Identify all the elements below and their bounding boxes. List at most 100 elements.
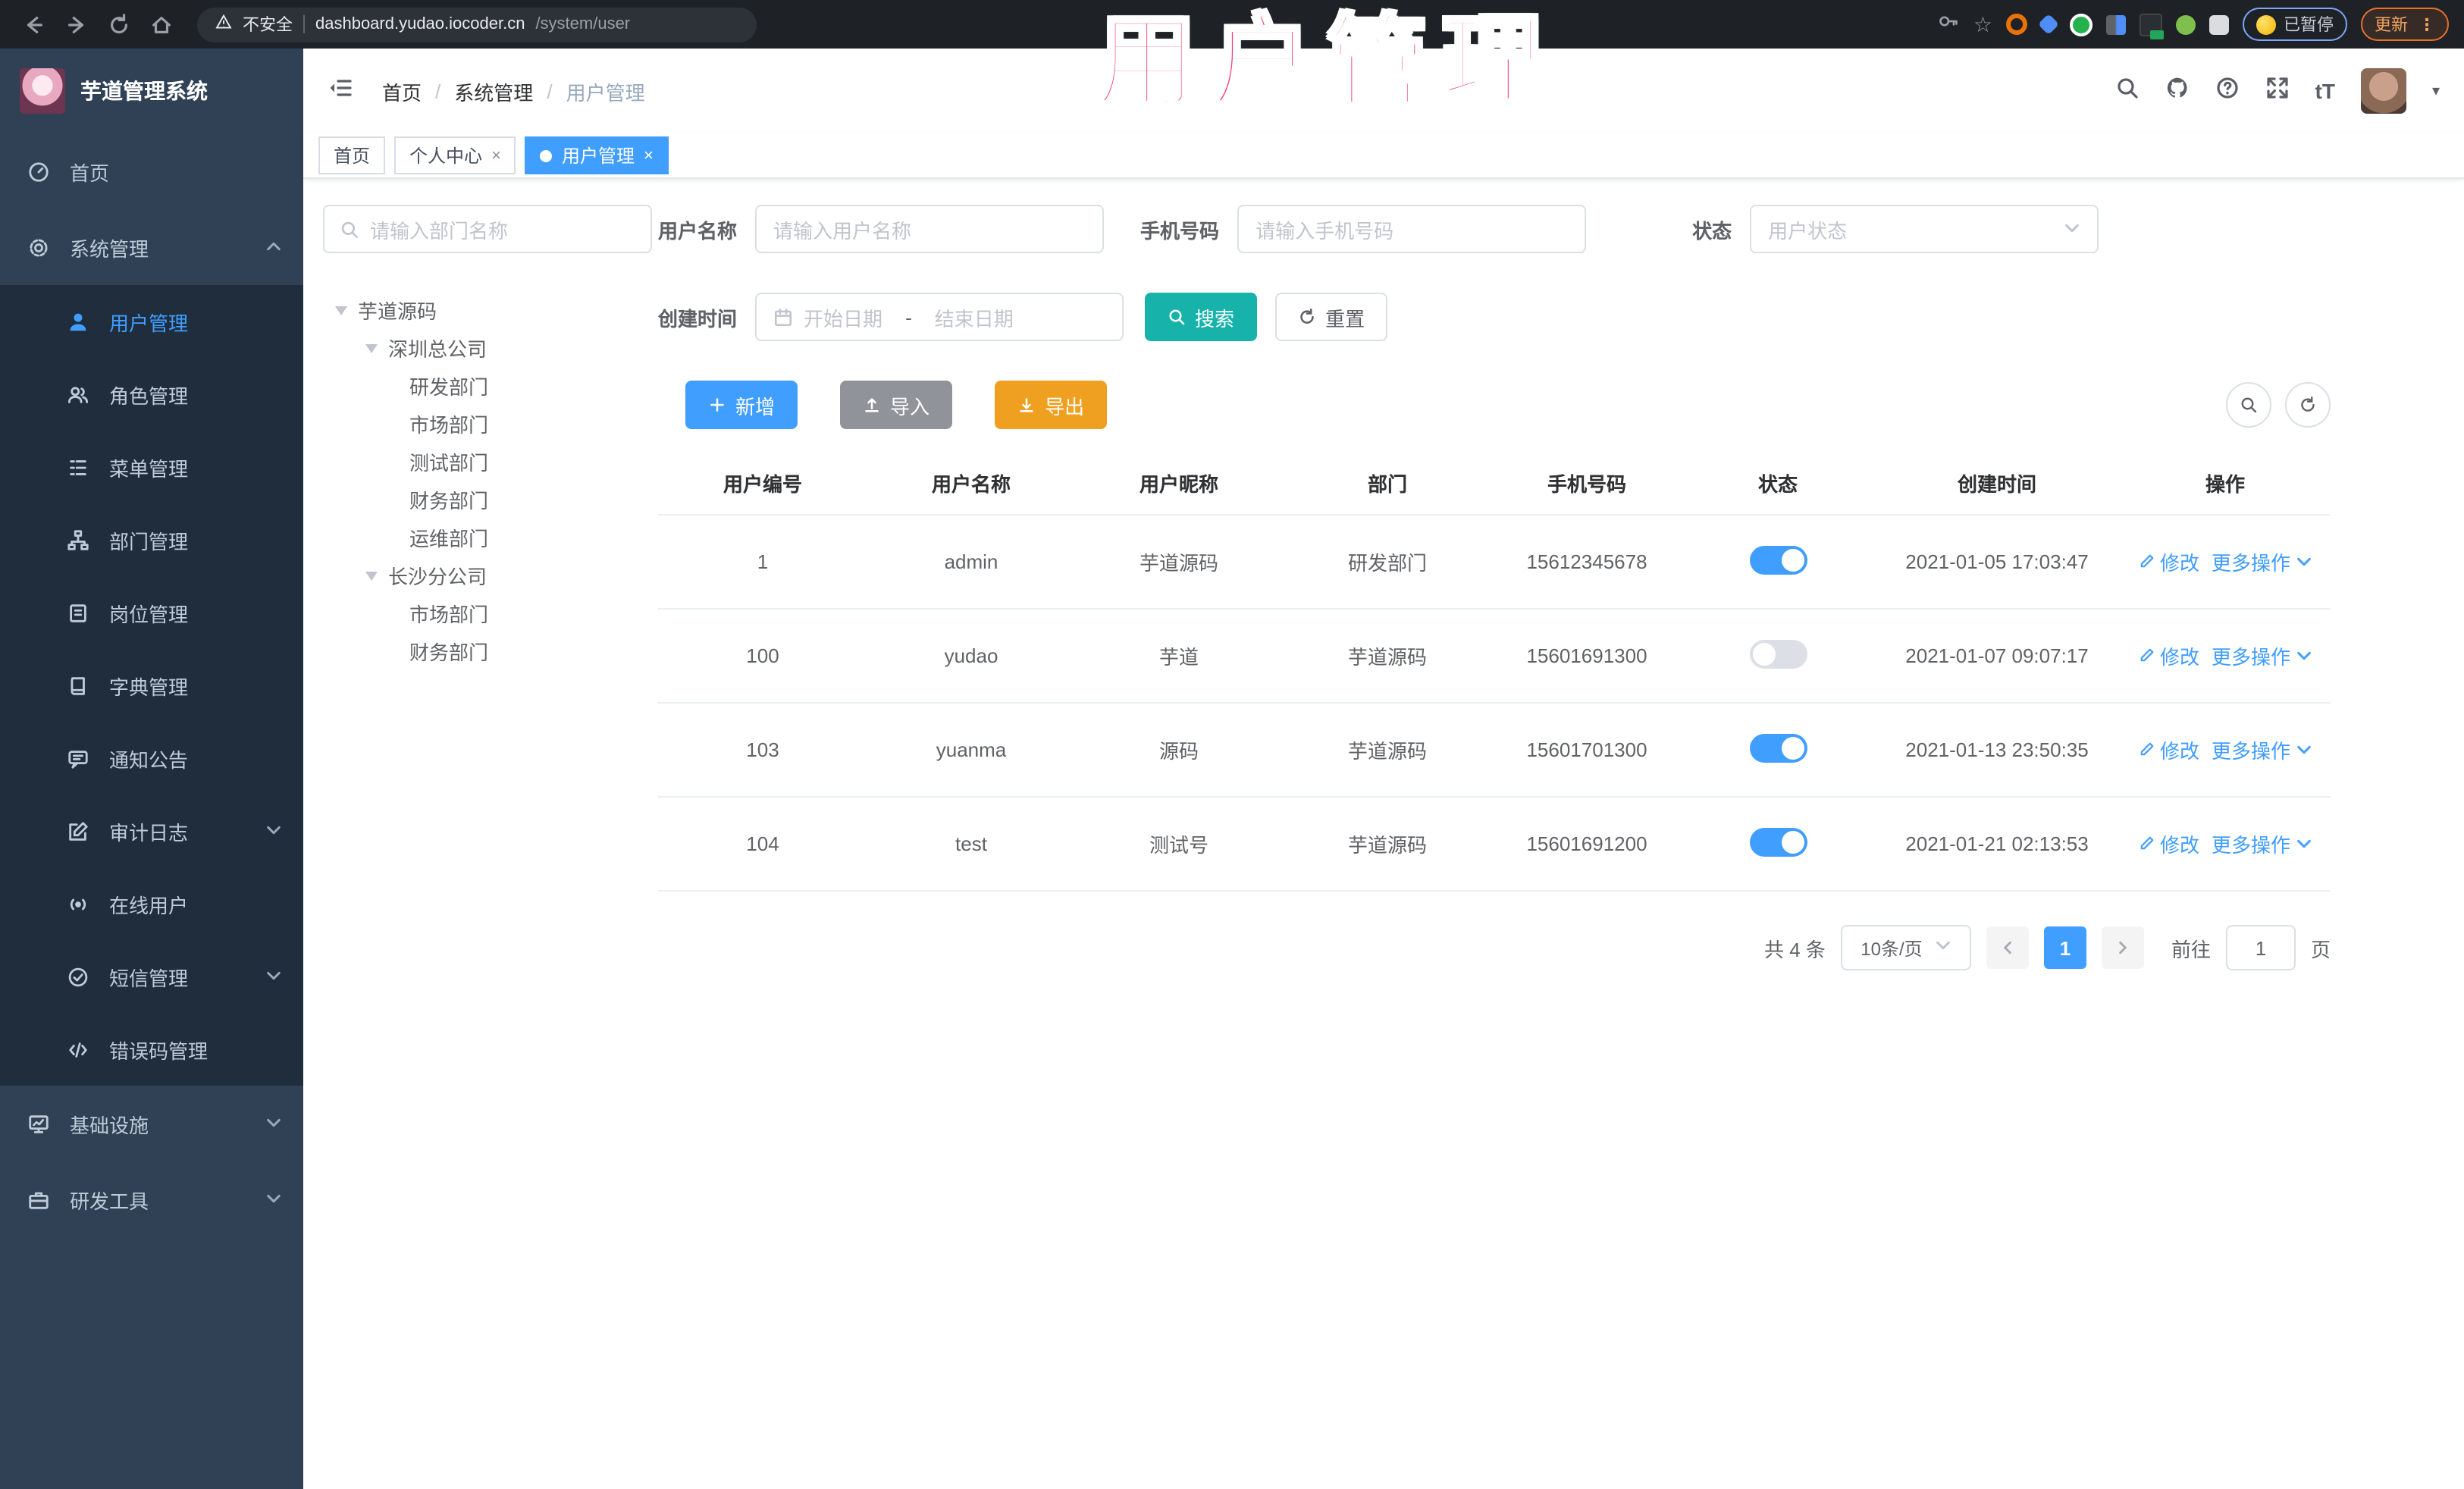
sidebar-item-infrastructure[interactable]: 基础设施 bbox=[0, 1086, 303, 1161]
sidebar-item-dict[interactable]: 字典管理 bbox=[0, 649, 303, 722]
password-key-icon[interactable] bbox=[1939, 10, 1960, 39]
app-logo-row[interactable]: 芋道管理系统 bbox=[0, 49, 303, 133]
browser-reload-icon[interactable] bbox=[100, 6, 136, 42]
close-icon[interactable]: × bbox=[491, 146, 501, 165]
status-toggle[interactable] bbox=[1749, 733, 1807, 762]
sidebar-item-users[interactable]: 用户管理 bbox=[0, 285, 303, 358]
search-button[interactable]: 搜索 bbox=[1145, 293, 1258, 341]
page-size-select[interactable]: 10条/页 bbox=[1840, 925, 1971, 970]
edit-link[interactable]: 修改 bbox=[2139, 735, 2199, 764]
page-number-current[interactable]: 1 bbox=[2043, 926, 2086, 969]
goto-page-input[interactable] bbox=[2225, 925, 2296, 970]
add-button[interactable]: 新增 bbox=[685, 381, 798, 429]
search-icon[interactable] bbox=[2115, 75, 2140, 107]
tree-node[interactable]: 芋道源码 bbox=[323, 291, 652, 329]
tree-node[interactable]: 财务部门 bbox=[323, 481, 652, 519]
help-icon[interactable] bbox=[2215, 75, 2240, 107]
edit-link[interactable]: 修改 bbox=[2139, 641, 2199, 670]
close-icon[interactable]: × bbox=[644, 146, 654, 165]
sidebar-item-depts[interactable]: 部门管理 bbox=[0, 503, 303, 576]
sidebar-item-label: 系统管理 bbox=[70, 237, 149, 260]
edit-link[interactable]: 修改 bbox=[2139, 829, 2199, 858]
breadcrumb-system[interactable]: 系统管理 bbox=[454, 77, 533, 105]
extension-orange-icon[interactable] bbox=[2006, 14, 2027, 35]
sidebar-item-error-codes[interactable]: 错误码管理 bbox=[0, 1013, 303, 1086]
caret-down-icon[interactable] bbox=[335, 306, 347, 315]
refresh-table-button[interactable] bbox=[2285, 382, 2331, 428]
more-actions-link[interactable]: 更多操作 bbox=[2212, 547, 2312, 576]
cell-id: 104 bbox=[658, 797, 867, 892]
sidebar-item-posts[interactable]: 岗位管理 bbox=[0, 576, 303, 649]
export-button[interactable]: 导出 bbox=[995, 381, 1108, 429]
github-icon[interactable] bbox=[2165, 75, 2190, 107]
tree-node[interactable]: 深圳总公司 bbox=[323, 329, 652, 367]
mobile-input[interactable]: 请输入手机号码 bbox=[1237, 205, 1587, 253]
prev-page-button[interactable] bbox=[1986, 926, 2029, 969]
sidebar-item-menus[interactable]: 菜单管理 bbox=[0, 431, 303, 503]
tree-node[interactable]: 运维部门 bbox=[323, 519, 652, 556]
user-avatar[interactable] bbox=[2360, 68, 2406, 114]
import-button[interactable]: 导入 bbox=[840, 381, 953, 429]
date-range-input[interactable]: 开始日期 - 结束日期 bbox=[755, 293, 1124, 341]
extension-green-icon[interactable] bbox=[2070, 13, 2093, 36]
tree-node[interactable]: 测试部门 bbox=[323, 443, 652, 481]
sidebar-item-roles[interactable]: 角色管理 bbox=[0, 358, 303, 431]
profile-paused-badge[interactable]: 已暂停 bbox=[2243, 8, 2347, 41]
sidebar-item-notice[interactable]: 通知公告 bbox=[0, 722, 303, 795]
sidebar-item-online-users[interactable]: 在线用户 bbox=[0, 867, 303, 940]
collapse-menu-icon[interactable] bbox=[328, 74, 355, 108]
next-page-button[interactable] bbox=[2101, 926, 2144, 969]
dept-search-input[interactable]: 请输入部门名称 bbox=[323, 205, 652, 253]
sidebar-item-label: 审计日志 bbox=[109, 821, 189, 844]
avatar-caret-icon[interactable]: ▾ bbox=[2432, 83, 2440, 99]
status-toggle[interactable] bbox=[1749, 545, 1807, 574]
caret-down-icon[interactable] bbox=[365, 343, 378, 353]
sidebar-item-system[interactable]: 系统管理 bbox=[0, 209, 303, 285]
status-select[interactable]: 用户状态 bbox=[1750, 205, 2099, 253]
message-icon bbox=[68, 750, 88, 768]
extension-leaf-icon[interactable] bbox=[2176, 14, 2196, 34]
sidebar-item-sms[interactable]: 短信管理 bbox=[0, 940, 303, 1013]
fullscreen-icon[interactable] bbox=[2265, 75, 2290, 107]
reset-button[interactable]: 重置 bbox=[1275, 293, 1388, 341]
browser-forward-icon[interactable] bbox=[58, 6, 94, 42]
tree-node[interactable]: 财务部门 bbox=[323, 632, 652, 670]
chevron-down-icon bbox=[2064, 218, 2080, 240]
cell-dept: 芋道源码 bbox=[1283, 797, 1492, 892]
sidebar-item-dev-tools[interactable]: 研发工具 bbox=[0, 1161, 303, 1237]
search-icon bbox=[1169, 309, 1185, 325]
sidebar-item-audit-log[interactable]: 审计日志 bbox=[0, 795, 303, 867]
browser-menu-icon[interactable]: ⋮ bbox=[2419, 14, 2435, 34]
extension-onoff-icon[interactable] bbox=[2140, 13, 2164, 39]
tab-home[interactable]: 首页 bbox=[318, 136, 386, 174]
browser-back-icon[interactable] bbox=[15, 6, 52, 42]
more-actions-link[interactable]: 更多操作 bbox=[2212, 829, 2312, 858]
extensions-puzzle-icon[interactable] bbox=[2209, 14, 2229, 34]
edit-link[interactable]: 修改 bbox=[2139, 547, 2199, 576]
tree-node[interactable]: 长沙分公司 bbox=[323, 556, 652, 594]
font-size-icon[interactable]: tT bbox=[2315, 79, 2335, 103]
tree-node[interactable]: 市场部门 bbox=[323, 405, 652, 443]
status-toggle[interactable] bbox=[1749, 827, 1807, 856]
cell-nickname: 芋道 bbox=[1075, 609, 1283, 704]
extension-grid-icon[interactable] bbox=[2106, 14, 2126, 34]
show-search-button[interactable] bbox=[2226, 382, 2271, 428]
bookmark-star-icon[interactable]: ☆ bbox=[1973, 14, 1992, 35]
sidebar-item-home[interactable]: 首页 bbox=[0, 133, 303, 209]
breadcrumb-home[interactable]: 首页 bbox=[382, 77, 422, 105]
more-actions-link[interactable]: 更多操作 bbox=[2212, 641, 2312, 670]
browser-home-icon[interactable] bbox=[143, 6, 179, 42]
export-button-label: 导出 bbox=[1045, 395, 1085, 418]
username-input[interactable]: 请输入用户名称 bbox=[755, 205, 1105, 253]
address-bar[interactable]: 不安全 dashboard.yudao.iocoder.cn/system/us… bbox=[197, 7, 757, 42]
status-toggle[interactable] bbox=[1749, 639, 1807, 668]
tab-user-management[interactable]: 用户管理 × bbox=[525, 136, 669, 174]
date-separator: - bbox=[905, 306, 912, 328]
more-actions-link[interactable]: 更多操作 bbox=[2212, 735, 2312, 764]
caret-down-icon[interactable] bbox=[365, 571, 378, 580]
tree-node[interactable]: 市场部门 bbox=[323, 594, 652, 632]
chrome-update-button[interactable]: 更新 ⋮ bbox=[2361, 8, 2449, 41]
tree-node[interactable]: 研发部门 bbox=[323, 367, 652, 405]
tab-profile[interactable]: 个人中心 × bbox=[394, 136, 516, 174]
extension-blue-icon[interactable] bbox=[2037, 13, 2060, 36]
